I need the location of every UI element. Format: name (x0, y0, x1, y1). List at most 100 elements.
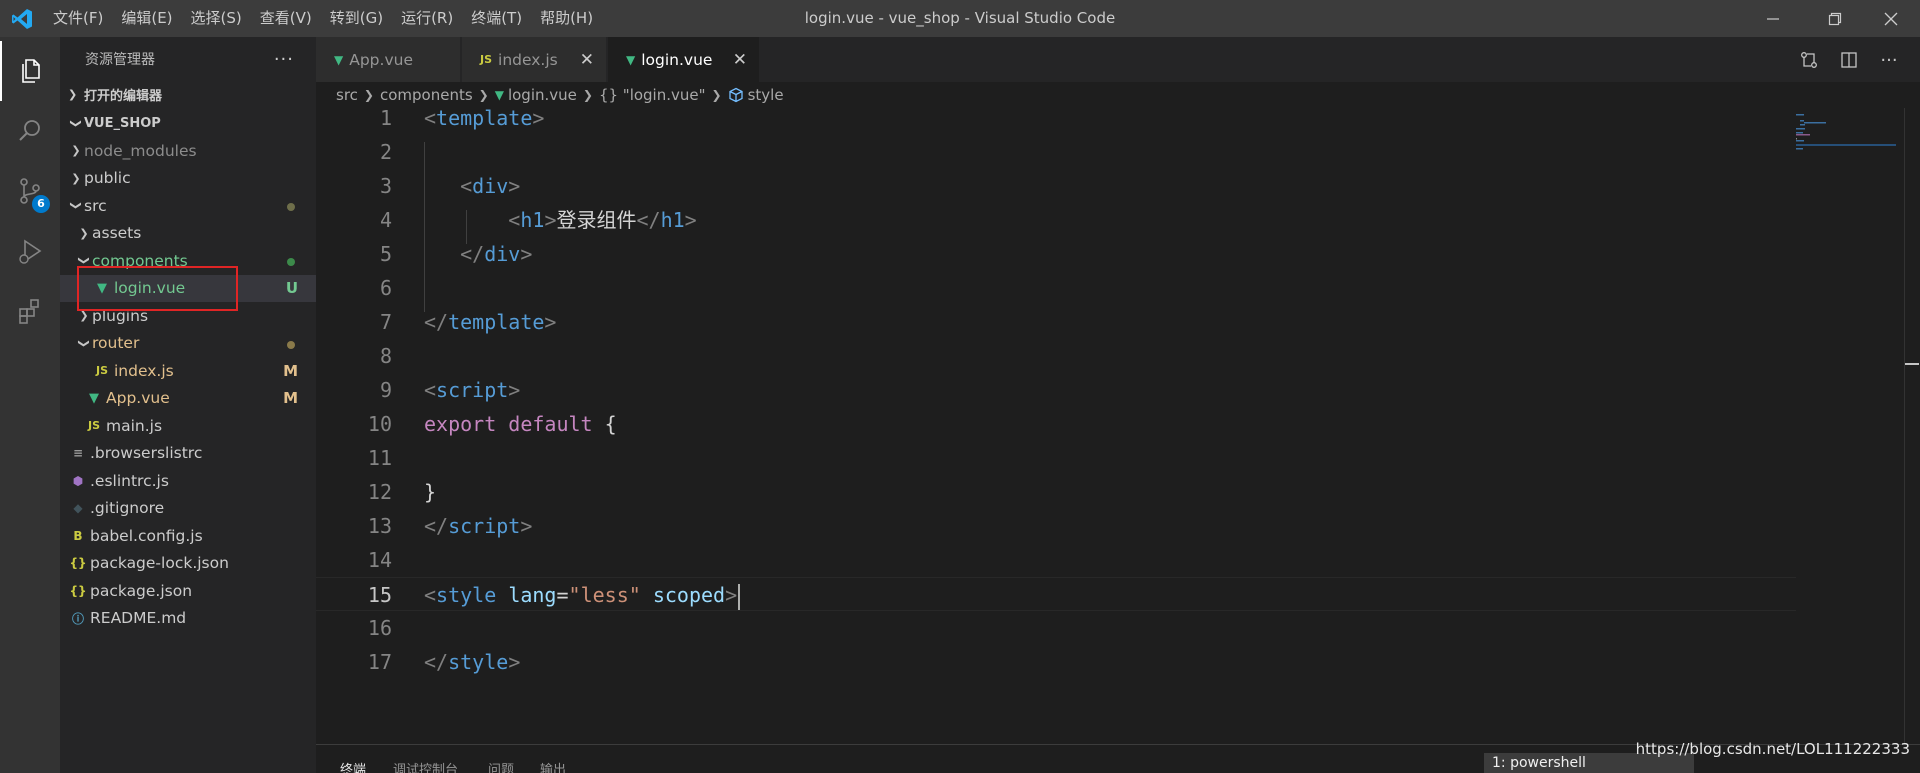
open-editors-section[interactable]: ❯ 打开的编辑器 (60, 81, 316, 108)
more-actions-button[interactable]: ··· (274, 49, 294, 70)
file-item[interactable]: JS main.js (60, 412, 316, 440)
activity-explorer[interactable] (0, 41, 60, 101)
menu-item[interactable]: 查看(V) (251, 0, 321, 37)
code-text: </div> (424, 237, 532, 271)
line-number: 12 (367, 480, 392, 504)
code-token: > (725, 583, 738, 607)
tab-terminal[interactable]: 终端 (340, 759, 366, 773)
editor-tab[interactable]: ▼ login.vue ✕ (608, 37, 760, 82)
code-token: </ (460, 242, 485, 266)
file-item[interactable]: ⓘ README.md (60, 605, 316, 633)
tree-item-label: package-lock.json (90, 554, 229, 573)
git-status-badge: U (285, 279, 298, 298)
folder-item[interactable]: ❯ router (60, 330, 316, 358)
file-item[interactable]: {} package-lock.json (60, 550, 316, 578)
compare-changes-icon (1801, 52, 1817, 68)
close-window-button[interactable] (1862, 0, 1920, 37)
code-text: </script> (424, 509, 532, 543)
minimap[interactable] (1796, 108, 1902, 744)
menu-item[interactable]: 转到(G) (321, 0, 392, 37)
file-item[interactable]: ▼ App.vue M (60, 385, 316, 413)
code-line: 3 <div> (316, 169, 1796, 203)
annotation-highlight-box (77, 266, 238, 311)
activity-source-control[interactable]: 6 (0, 161, 60, 221)
menu-item[interactable]: 帮助(H) (531, 0, 602, 37)
vertical-scrollbar[interactable] (1904, 108, 1919, 744)
code-token: div (484, 242, 521, 266)
file-item[interactable]: ⬢ .eslintrc.js (60, 467, 316, 495)
file-item[interactable]: Bbabel.config.js (60, 522, 316, 550)
restore-button[interactable] (1806, 0, 1864, 37)
menu-item[interactable]: 选择(S) (182, 0, 251, 37)
ellipsis-icon: ··· (1880, 49, 1898, 71)
code-token: < (460, 174, 473, 198)
menu-item[interactable]: 编辑(E) (112, 0, 181, 37)
eslint-file-icon: ⬢ (72, 473, 84, 488)
folder-item[interactable]: ❯ assets (60, 220, 316, 248)
editor-more-button[interactable]: ··· (1878, 49, 1900, 71)
file-item[interactable]: JS index.js M (60, 357, 316, 385)
code-token: < (508, 208, 521, 232)
git-status-badge: M (283, 361, 298, 380)
code-line: 13 </script> (316, 509, 1796, 543)
line-number: 10 (367, 412, 392, 436)
code-text: <h1>登录组件</h1> (424, 203, 697, 237)
code-token: < (424, 106, 437, 130)
menu-item[interactable]: 文件(F) (44, 0, 112, 37)
line-number: 17 (367, 650, 392, 674)
split-editor-button[interactable] (1838, 49, 1860, 71)
chevron-right-icon: ❯ (71, 144, 81, 158)
file-item[interactable]: ≡ .browserslistrc (60, 440, 316, 468)
code-line: 7 </template> (316, 305, 1796, 339)
activity-extensions[interactable] (0, 281, 60, 341)
code-token: </ (424, 514, 449, 538)
line-number: 16 (367, 616, 392, 640)
folder-item[interactable]: ❯ src (60, 192, 316, 220)
code-token: </ (424, 310, 449, 334)
code-token: > (684, 208, 697, 232)
file-item[interactable]: {} package.json (60, 577, 316, 605)
line-number: 4 (379, 208, 392, 232)
tab-label: index.js (498, 50, 558, 69)
close-tab-icon[interactable]: ✕ (580, 50, 594, 70)
menu-item[interactable]: 终端(T) (462, 0, 531, 37)
line-number: 14 (367, 548, 392, 572)
tab-label: login.vue (641, 50, 713, 69)
activity-search[interactable] (0, 101, 60, 161)
menu-item[interactable]: 运行(R) (392, 0, 462, 37)
activity-run-debug[interactable] (0, 221, 60, 281)
code-token: } (424, 480, 437, 504)
tab-debug-console[interactable]: 调试控制台 (393, 759, 458, 773)
tree-item-label: .gitignore (90, 499, 165, 518)
editor-tab-bar: ▼ App.vue JS index.js ✕ ▼ login.vue ✕ ··· (316, 37, 1920, 82)
code-token: > (544, 208, 557, 232)
folder-item[interactable]: ❯ node_modules (60, 137, 316, 165)
close-tab-icon[interactable]: ✕ (733, 50, 747, 70)
code-line: 16 (316, 611, 1796, 645)
code-editor[interactable]: 1 <template> 2 3 <div> 4 <h1>登录组件</h1> 5 </di… (316, 106, 1920, 744)
info-file-icon: ⓘ (71, 611, 84, 626)
scm-badge: 6 (32, 195, 50, 213)
javascript-file-icon: JS (480, 53, 493, 66)
tab-output[interactable]: 输出 (540, 759, 566, 773)
editor-tab[interactable]: JS index.js ✕ (462, 37, 607, 82)
code-line: 1 <template> (316, 101, 1796, 135)
folder-item[interactable]: ❯ public (60, 165, 316, 193)
file-item[interactable]: ◆ .gitignore (60, 495, 316, 523)
project-section[interactable]: ❯ VUE_SHOP (60, 110, 316, 137)
tab-label: App.vue (349, 50, 413, 69)
vscode-logo-icon (12, 9, 32, 29)
vue-file-icon: ▼ (89, 390, 99, 406)
tab-problems[interactable]: 问题 (488, 759, 514, 773)
text-cursor (738, 583, 741, 610)
babel-file-icon: B (73, 528, 83, 543)
line-number: 11 (367, 446, 392, 470)
minimize-button[interactable] (1744, 0, 1802, 37)
line-number: 1 (379, 106, 392, 130)
code-token: < (424, 378, 437, 402)
run-debug-icon (19, 239, 42, 264)
chevron-right-icon: ❯ (363, 88, 374, 102)
vue-icon: ▼ (494, 88, 504, 102)
editor-tab[interactable]: ▼ App.vue (316, 37, 461, 82)
open-changes-button[interactable] (1798, 49, 1820, 71)
